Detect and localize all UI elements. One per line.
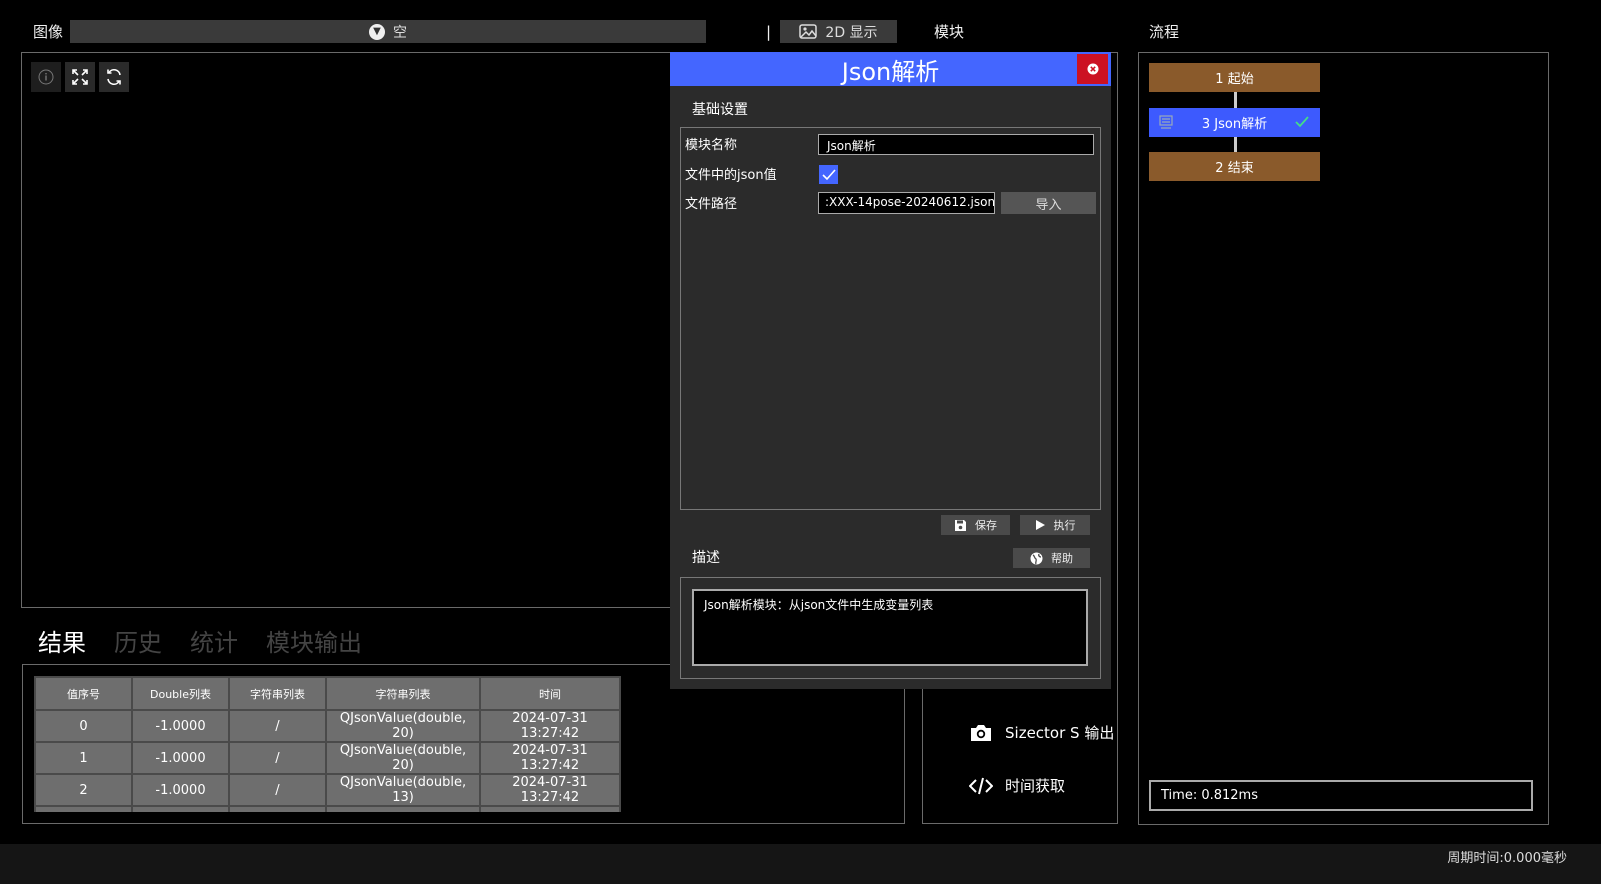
play-icon <box>1035 520 1045 530</box>
cell: / <box>228 741 327 775</box>
section-description: 描述 <box>692 550 720 566</box>
flow-node-label: 3 Json解析 <box>1201 117 1268 132</box>
module-name-value: Json解析 <box>827 139 876 153</box>
description-text: Json解析模块：从json文件中生成变量列表 <box>704 598 934 612</box>
help-button-label: 帮助 <box>1051 552 1073 565</box>
cell: 2024-07-31 13:27:42 <box>479 773 621 807</box>
flow-time-display: Time: 0.812ms <box>1149 780 1533 811</box>
cell: 2 <box>34 773 133 807</box>
flow-node-json-parse[interactable]: 3 Json解析 <box>1149 108 1320 137</box>
table-row[interactable]: 0 -1.0000/QJsonValue(double, 20) 2024-07-3… <box>34 709 621 743</box>
module-item-label: 时间获取 <box>1005 777 1066 795</box>
json-checkbox-label: 文件中的json值 <box>685 168 777 183</box>
tab-module-output[interactable]: 模块输出 <box>266 629 362 657</box>
dialog-title: Json解析 <box>841 57 940 86</box>
cell: / <box>228 709 327 743</box>
basic-settings-panel: 模块名称 Json解析 文件中的json值 文件路径 :XXX-14pose-2… <box>680 127 1101 510</box>
image-view[interactable] <box>21 52 671 608</box>
camera-icon <box>971 724 991 741</box>
info-icon[interactable] <box>31 62 61 92</box>
flow-node-end[interactable]: 2 结束 <box>1149 152 1320 181</box>
check-icon <box>1295 116 1309 128</box>
table-row[interactable]: 1 -1.0000/QJsonValue(double, 20) 2024-07-3… <box>34 741 621 775</box>
cell: 2024-07-31 13:27:42 <box>479 709 621 743</box>
cell: QJsonValue(double, 20) <box>325 709 481 743</box>
display-2d-label: 2D 显示 <box>825 24 878 41</box>
tab-stats[interactable]: 统计 <box>190 629 238 657</box>
flow-node-start[interactable]: 1 起始 <box>1149 63 1320 92</box>
cell: 0 <box>34 709 133 743</box>
chevron-down-icon: ▼ <box>369 23 385 40</box>
cell: -1.0000 <box>131 709 230 743</box>
description-panel: Json解析模块：从json文件中生成变量列表 <box>680 577 1101 679</box>
fullscreen-icon[interactable] <box>65 62 95 92</box>
table-row[interactable] <box>34 805 621 812</box>
flow-connector <box>1234 92 1237 108</box>
module-item-label: Sizector S 输出 <box>1005 724 1115 742</box>
header-time[interactable]: 时间 <box>479 676 621 711</box>
cell: 2024-07-31 13:27:42 <box>479 741 621 775</box>
run-button-label: 执行 <box>1053 519 1076 532</box>
header-string-list-1[interactable]: 字符串列表 <box>228 676 327 711</box>
field-name-label: 模块名称 <box>685 138 738 153</box>
cell: -1.0000 <box>131 773 230 807</box>
cell: QJsonValue(double, 13) <box>325 773 481 807</box>
results-table: 值序号 Double列表 字符串列表 字符串列表 时间 0 -1.0000/QJs… <box>34 676 621 812</box>
status-bar: 周期时间:0.000毫秒 <box>0 844 1601 884</box>
code-icon <box>969 777 993 794</box>
flow-time-text: Time: 0.812ms <box>1161 788 1258 803</box>
module-item-sizector-output[interactable]: Sizector S 输出 <box>969 722 1114 743</box>
section-basic-settings: 基础设置 <box>692 102 748 118</box>
dialog-title-bar[interactable]: Json解析 <box>670 52 1111 86</box>
checkmark-icon <box>821 168 836 180</box>
save-button-label: 保存 <box>975 519 997 532</box>
close-icon <box>1087 63 1098 75</box>
display-2d-button[interactable]: 2D 显示 <box>780 20 897 43</box>
save-button[interactable]: 保存 <box>941 515 1010 535</box>
modules-label: 模块 <box>934 23 965 41</box>
flow-connector <box>1234 137 1237 153</box>
module-type-icon <box>1159 115 1173 129</box>
dialog-close-button[interactable] <box>1077 54 1108 84</box>
import-button[interactable]: 导入 <box>1001 192 1096 214</box>
header-double-list[interactable]: Double列表 <box>131 676 230 711</box>
refresh-icon[interactable] <box>99 62 129 92</box>
save-icon <box>955 519 966 531</box>
json-parse-dialog: Json解析 基础设置 模块名称 Json解析 文件中的json值 文件路径 :… <box>670 52 1111 689</box>
toolbar-separator: | <box>766 23 772 41</box>
header-string-list-2[interactable]: 字符串列表 <box>325 676 481 711</box>
results-table-viewport[interactable]: 值序号 Double列表 字符串列表 字符串列表 时间 0 -1.0000/QJs… <box>34 676 625 812</box>
flow-label: 流程 <box>1149 23 1180 41</box>
tab-history[interactable]: 历史 <box>114 629 162 657</box>
image-source-value: 空 <box>393 24 407 41</box>
file-path-value: :XXX-14pose-20240612.json <box>825 195 995 209</box>
cell: -1.0000 <box>131 741 230 775</box>
cell: / <box>228 773 327 807</box>
image-label: 图像 <box>33 23 64 41</box>
file-path-label: 文件路径 <box>685 197 738 212</box>
globe-icon <box>1030 552 1043 564</box>
help-button[interactable]: 帮助 <box>1013 548 1090 568</box>
result-tabs: 结果 历史 统计 模块输出 <box>38 623 390 658</box>
cell: 1 <box>34 741 133 775</box>
cycle-time-text: 周期时间:0.000毫秒 <box>1447 851 1567 866</box>
table-header-row: 值序号 Double列表 字符串列表 字符串列表 时间 <box>34 676 621 711</box>
cell: QJsonValue(double, 20) <box>325 741 481 775</box>
file-path-input[interactable]: :XXX-14pose-20240612.json <box>818 192 995 214</box>
import-button-label: 导入 <box>1035 197 1062 213</box>
tab-results[interactable]: 结果 <box>38 629 86 657</box>
module-item-time-get[interactable]: 时间获取 <box>969 775 1065 796</box>
module-name-input[interactable]: Json解析 <box>818 134 1094 155</box>
description-text-area[interactable]: Json解析模块：从json文件中生成变量列表 <box>692 589 1088 666</box>
header-index[interactable]: 值序号 <box>34 676 133 711</box>
image-source-select[interactable]: ▼ 空 <box>70 20 706 43</box>
flow-panel: 1 起始 3 Json解析 2 结束 Time: 0.812ms <box>1138 52 1549 825</box>
json-value-checkbox[interactable] <box>819 165 838 184</box>
flow-node-label: 2 结束 <box>1215 161 1254 176</box>
image-icon <box>799 24 818 39</box>
run-button[interactable]: 执行 <box>1020 515 1090 535</box>
flow-node-label: 1 起始 <box>1215 72 1254 87</box>
table-row[interactable]: 2 -1.0000/QJsonValue(double, 13) 2024-07-3… <box>34 773 621 807</box>
